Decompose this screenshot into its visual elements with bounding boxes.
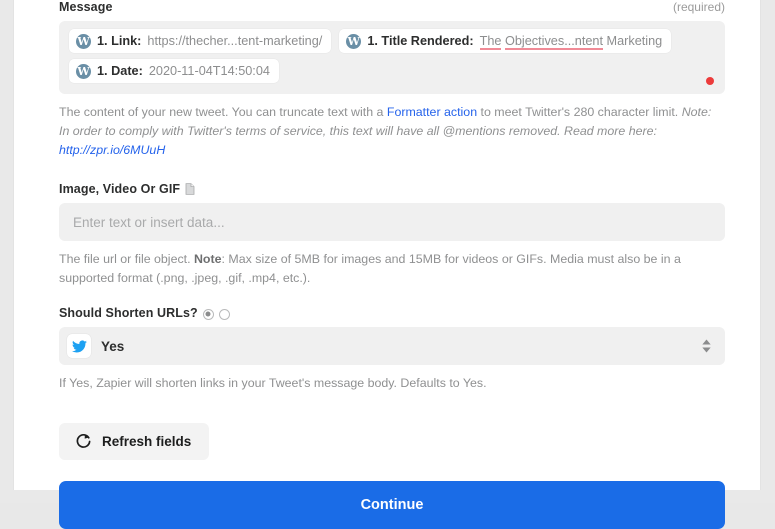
image-helper-text: The file url or file object. Note: Max s… — [59, 250, 725, 288]
image-helper-part1: The file url or file object. — [59, 252, 194, 266]
message-token-input[interactable]: W 1. Link: https://thecher...tent-market… — [59, 21, 725, 94]
file-icon — [185, 183, 195, 195]
shorten-label: Should Shorten URLs? — [59, 306, 230, 320]
message-label: Message — [59, 0, 113, 14]
field-message: Message (required) W 1. Link: https://th… — [59, 0, 725, 160]
message-token-list: W 1. Link: https://thecher...tent-market… — [69, 29, 715, 83]
alert-dot-icon — [706, 77, 714, 85]
chevron-up-icon — [702, 339, 711, 345]
shorten-select[interactable]: Yes — [59, 327, 725, 365]
message-helper-part1: The content of your new tweet. You can t… — [59, 105, 387, 119]
field-image-video-gif: Image, Video Or GIF Enter text or insert… — [59, 182, 725, 288]
token-title-value-mid: Objectives...ntent — [504, 34, 603, 50]
twitter-icon — [67, 334, 91, 358]
refresh-fields-button[interactable]: Refresh fields — [59, 423, 210, 460]
token-link-key: 1. Link: — [97, 34, 142, 48]
token-title-value: The Objectives...ntent Marketing — [479, 33, 663, 50]
image-input-placeholder: Enter text or insert data... — [73, 214, 225, 230]
continue-button[interactable]: Continue — [59, 481, 725, 529]
message-helper-note-link[interactable]: http://zpr.io/6MUuH — [59, 143, 165, 157]
refresh-icon — [76, 433, 91, 448]
token-date-value: 2020-11-04T14:50:04 — [148, 64, 270, 78]
message-required-tag: (required) — [672, 0, 725, 14]
token-title-value-post: Marketing — [606, 34, 663, 48]
radio-option-no[interactable] — [218, 308, 230, 320]
image-label: Image, Video Or GIF — [59, 182, 195, 196]
image-label-text: Image, Video Or GIF — [59, 182, 181, 196]
wordpress-icon: W — [76, 63, 91, 79]
token-title-key: 1. Title Rendered: — [367, 34, 474, 48]
stepper-arrows-icon[interactable] — [702, 339, 711, 353]
message-helper-text: The content of your new tweet. You can t… — [59, 103, 725, 160]
wordpress-icon: W — [346, 33, 362, 49]
token-date[interactable]: W 1. Date: 2020-11-04T14:50:04 — [69, 59, 279, 83]
wordpress-icon: W — [76, 33, 91, 49]
form-card: Message (required) W 1. Link: https://th… — [13, 0, 761, 529]
refresh-fields-label: Refresh fields — [102, 434, 192, 449]
image-helper-note-label: Note — [193, 252, 222, 266]
image-input[interactable]: Enter text or insert data... — [59, 203, 725, 241]
shorten-label-text: Should Shorten URLs? — [59, 306, 198, 320]
message-label-row: Message (required) — [59, 0, 725, 14]
token-title-value-pre: The — [479, 34, 502, 50]
shorten-select-value: Yes — [101, 338, 125, 354]
formatter-action-link[interactable]: Formatter action — [387, 105, 477, 119]
token-title-rendered[interactable]: W 1. Title Rendered: The Objectives...nt… — [339, 29, 672, 53]
token-date-key: 1. Date: — [97, 64, 143, 78]
form-content: Message (required) W 1. Link: https://th… — [59, 0, 725, 529]
shorten-helper-text: If Yes, Zapier will shorten links in you… — [59, 376, 487, 390]
radio-option-yes[interactable] — [202, 308, 214, 320]
token-link-value: https://thecher...tent-marketing/ — [147, 34, 323, 48]
page-background: Message (required) W 1. Link: https://th… — [0, 0, 775, 529]
image-label-row: Image, Video Or GIF — [59, 182, 725, 196]
token-link[interactable]: W 1. Link: https://thecher...tent-market… — [69, 29, 332, 53]
twitter-bird-glyph — [71, 339, 87, 352]
field-shorten-urls: Should Shorten URLs? Yes If Yes, Zapier … — [59, 306, 725, 393]
chevron-down-icon — [702, 347, 711, 353]
shorten-label-row: Should Shorten URLs? — [59, 306, 725, 320]
message-helper-part2: to meet Twitter's 280 character limit. — [477, 105, 682, 119]
